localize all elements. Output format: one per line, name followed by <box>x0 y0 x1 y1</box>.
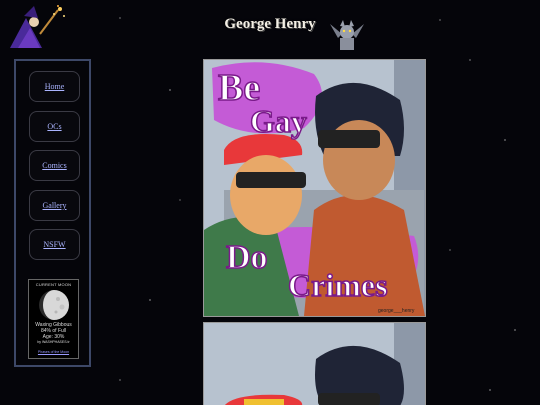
moon-phase-widget: CURRENT MOON Waxing Gibbous 84% of Full … <box>28 279 79 359</box>
wizard-logo <box>4 4 68 52</box>
gallery-image-2[interactable] <box>203 322 426 405</box>
moon-header: CURRENT MOON <box>35 282 72 287</box>
nav-comics-button[interactable]: Comics <box>29 150 80 181</box>
art-text-line-4: Crimes <box>288 267 388 303</box>
art-text-line-2: Gay <box>250 103 307 139</box>
site-title: George Henry <box>224 16 316 32</box>
sidebar: Home OCs Comics Gallery NSFW CURRENT MOO… <box>14 59 91 367</box>
nav-gallery-button[interactable]: Gallery <box>29 190 80 221</box>
art-text-line-3: Do <box>226 239 268 276</box>
nav-ocs-button[interactable]: OCs <box>29 111 80 142</box>
art-signature: george___henry <box>378 308 415 314</box>
moon-icon <box>38 289 70 321</box>
nav-nsfw-button[interactable]: NSFW <box>29 229 80 260</box>
gargoyle-icon <box>328 16 366 52</box>
gallery-image-1[interactable]: Be Gay Do Crimes george___henry <box>203 59 426 317</box>
moon-phases-link[interactable]: Phases of the Moon <box>29 350 78 354</box>
moon-credit: by WASHPHASES.tr <box>37 340 70 344</box>
nav-home-button[interactable]: Home <box>29 71 80 102</box>
